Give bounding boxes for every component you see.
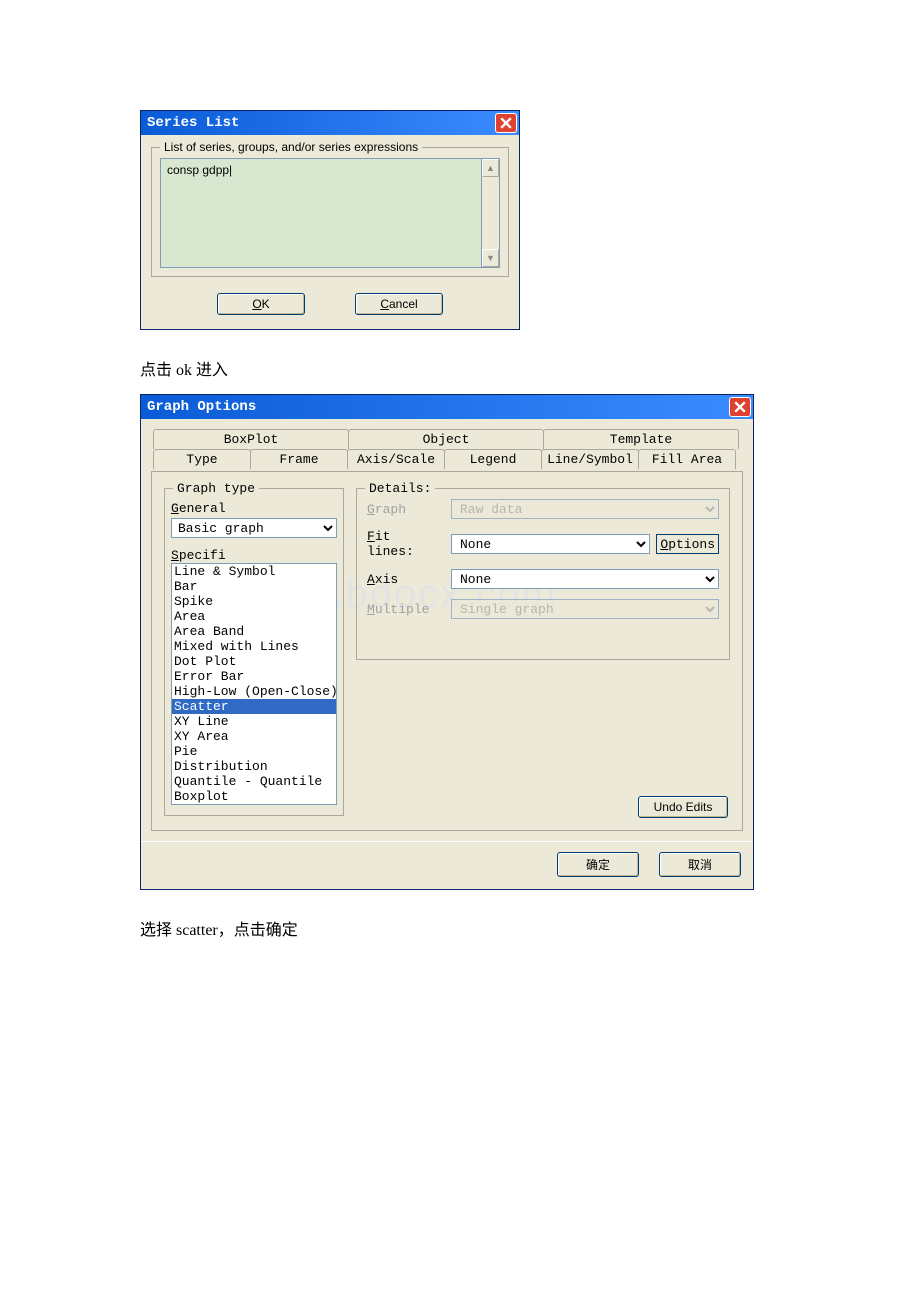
list-item[interactable]: XY Line xyxy=(172,714,336,729)
tab-boxplot[interactable]: BoxPlot xyxy=(153,429,349,449)
list-item[interactable]: Line & Symbol xyxy=(172,564,336,579)
list-item[interactable]: XY Area xyxy=(172,729,336,744)
axis-label: Axis xyxy=(367,572,445,587)
specific-list[interactable]: Line & SymbolBarSpikeAreaArea BandMixed … xyxy=(171,563,337,805)
list-item[interactable]: Bar xyxy=(172,579,336,594)
list-item[interactable]: Boxplot xyxy=(172,789,336,804)
series-input[interactable]: consp gdpp| xyxy=(160,158,482,268)
series-list-legend: List of series, groups, and/or series ex… xyxy=(160,140,422,154)
caption-1: 点击 ok 进入 xyxy=(140,356,780,380)
series-list-title: Series List xyxy=(147,115,239,131)
list-item[interactable]: Spike xyxy=(172,594,336,609)
axis-select[interactable]: None xyxy=(451,569,719,589)
graph-options-titlebar: Graph Options xyxy=(141,395,753,419)
list-item[interactable]: Scatter xyxy=(172,699,336,714)
scroll-up-icon[interactable]: ▲ xyxy=(482,159,499,177)
list-item[interactable]: Area Band xyxy=(172,624,336,639)
series-list-fieldset: List of series, groups, and/or series ex… xyxy=(151,147,509,277)
specific-label: Specifi xyxy=(171,548,337,563)
list-item[interactable]: Area xyxy=(172,609,336,624)
fit-lines-label: Fit lines: xyxy=(367,529,445,559)
general-select[interactable]: Basic graph xyxy=(171,518,337,538)
confirm-button[interactable]: 确定 xyxy=(557,852,639,877)
graph-options-dialog: Graph Options BoxPlot Object Template Ty… xyxy=(140,394,754,890)
tab-frame[interactable]: Frame xyxy=(250,449,348,469)
graph-select: Raw data xyxy=(451,499,719,519)
tab-line-symbol[interactable]: Line/Symbol xyxy=(541,449,639,469)
scrollbar[interactable]: ▲ ▼ xyxy=(482,158,500,268)
list-item[interactable]: Dot Plot xyxy=(172,654,336,669)
general-label: General xyxy=(171,501,337,516)
close-icon[interactable] xyxy=(729,397,751,417)
list-item[interactable]: Distribution xyxy=(172,759,336,774)
tab-template[interactable]: Template xyxy=(543,429,739,449)
tab-legend[interactable]: Legend xyxy=(444,449,542,469)
cancel-button[interactable]: Cancel xyxy=(355,293,443,315)
graph-type-legend: Graph type xyxy=(173,481,259,496)
tab-object[interactable]: Object xyxy=(348,429,544,449)
graph-options-title: Graph Options xyxy=(147,399,256,415)
list-item[interactable]: Error Bar xyxy=(172,669,336,684)
list-item[interactable]: Mixed with Lines xyxy=(172,639,336,654)
graph-label: Graph xyxy=(367,502,445,517)
ok-button[interactable]: OK xyxy=(217,293,305,315)
list-item[interactable]: High-Low (Open-Close) xyxy=(172,684,336,699)
cancel-button-2[interactable]: 取消 xyxy=(659,852,741,877)
tab-type[interactable]: Type xyxy=(153,449,251,469)
tab-fill-area[interactable]: Fill Area xyxy=(638,449,736,469)
series-list-dialog: Series List List of series, groups, and/… xyxy=(140,110,520,330)
tab-axis-scale[interactable]: Axis/Scale xyxy=(347,449,445,469)
list-item[interactable]: Quantile - Quantile xyxy=(172,774,336,789)
multiple-select: Single graph xyxy=(451,599,719,619)
list-item[interactable]: Pie xyxy=(172,744,336,759)
caption-2: 选择 scatter，点击确定 xyxy=(140,916,780,940)
details-legend: Details: xyxy=(365,481,435,496)
fit-lines-select[interactable]: None xyxy=(451,534,650,554)
scroll-down-icon[interactable]: ▼ xyxy=(482,249,499,267)
options-button[interactable]: Options xyxy=(656,534,719,554)
tab-panel: www.bdocx.com Graph type General Basic g… xyxy=(151,471,743,831)
series-list-titlebar: Series List xyxy=(141,111,519,135)
details-group: Details: Graph Raw data Fit lines: xyxy=(356,488,730,660)
close-icon[interactable] xyxy=(495,113,517,133)
multiple-label: Multiple xyxy=(367,602,445,617)
graph-type-group: Graph type General Basic graph Specifi L… xyxy=(164,488,344,816)
